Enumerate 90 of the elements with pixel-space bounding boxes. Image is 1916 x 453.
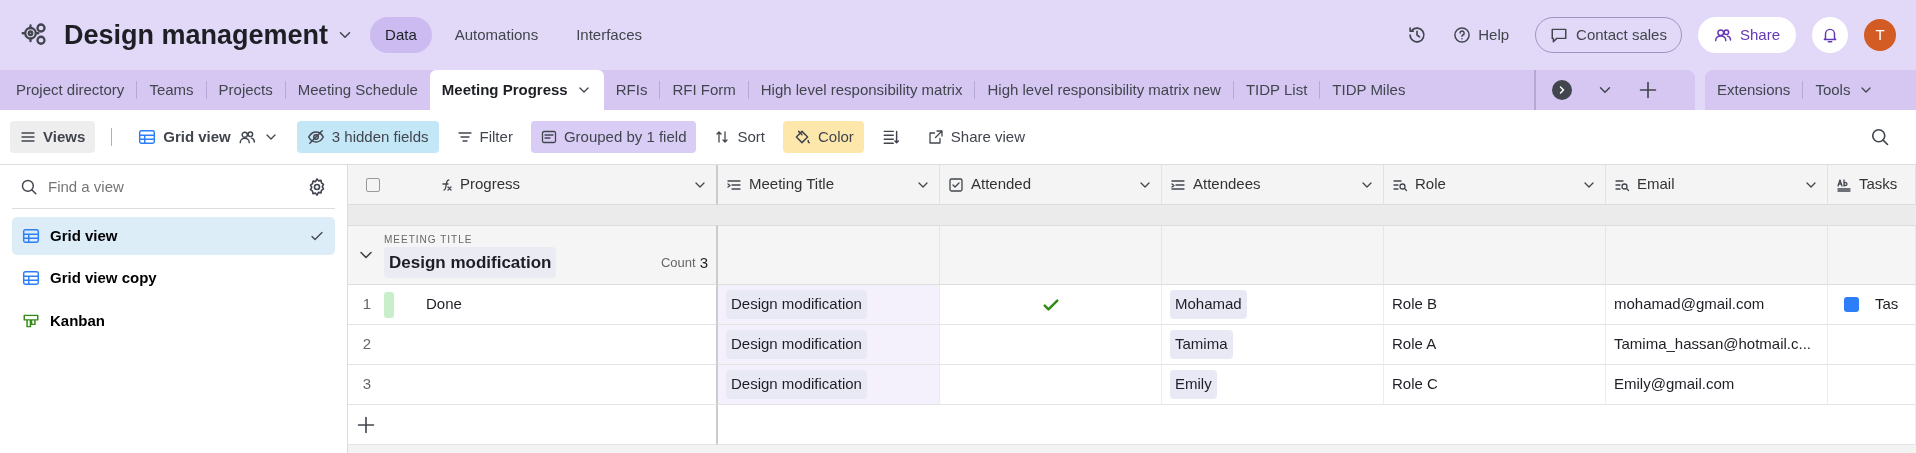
filter-icon (456, 129, 473, 145)
column-header[interactable]: Meeting Title (718, 165, 940, 205)
toolbar-tab[interactable]: Extensions (1705, 70, 1803, 110)
settings-icon[interactable] (307, 177, 327, 198)
column-header[interactable]: Email (1606, 165, 1828, 205)
color-button[interactable]: Color (783, 120, 864, 154)
find-view-field[interactable]: Find a view (46, 175, 246, 200)
hidden-fields-button[interactable]: 3 hidden fields (296, 120, 439, 154)
group-field-label: MEETING TITLE (384, 232, 474, 247)
table-tab[interactable]: High level responsibility matrix new (975, 70, 1233, 110)
linked-record-chip[interactable]: Emily (1170, 370, 1217, 399)
checkbox-field-icon (948, 176, 964, 193)
external-link-icon (927, 129, 944, 145)
table-tab[interactable]: Projects (206, 70, 285, 110)
column-header[interactable]: Progress (348, 165, 718, 205)
table-cell-text: Emily@gmail.com (1614, 374, 1735, 395)
table-cell[interactable] (940, 365, 1162, 405)
linked-record-chip[interactable]: Design modification (726, 370, 867, 399)
paint-bucket-icon (793, 128, 811, 146)
table-tab[interactable]: Teams (137, 70, 206, 110)
table-tab[interactable]: TIDP List (1233, 70, 1320, 110)
table-cell-text: Role B (1392, 294, 1438, 315)
user-avatar[interactable]: T (1864, 19, 1896, 51)
count-value: 3 (699, 252, 708, 273)
column-header[interactable]: Role (1384, 165, 1606, 205)
view-switcher[interactable]: Grid view (128, 120, 289, 154)
nav-tab[interactable]: Interfaces (561, 16, 658, 54)
notifications-button[interactable] (1812, 17, 1848, 53)
cell-text: Tas (1875, 294, 1899, 315)
task-checkbox[interactable] (1844, 297, 1859, 312)
share-button[interactable]: Share (1697, 16, 1796, 54)
view-item[interactable]: Grid view copy (12, 259, 335, 298)
toolbar-tab[interactable]: Tools (1803, 70, 1887, 110)
grid-icon (22, 226, 40, 245)
row-number: 1 (361, 294, 373, 315)
table-cell-text: Done (426, 294, 462, 315)
column-header[interactable]: Attendees (1162, 165, 1384, 205)
sort-button[interactable]: Sort (704, 120, 775, 154)
add-table-icon[interactable] (1638, 80, 1658, 100)
table-tab[interactable]: RFIs (603, 70, 660, 110)
table-tab[interactable]: RFI Form (660, 70, 748, 110)
column-header[interactable]: Attended (940, 165, 1162, 205)
table-cell-text: Role C (1392, 374, 1438, 395)
add-record-icon[interactable] (356, 414, 376, 435)
linked-record-chip[interactable]: Design modification (726, 290, 867, 319)
group-value: Design modification (384, 246, 557, 279)
linked-record-chip[interactable]: Design modification (726, 330, 867, 359)
view-item[interactable]: Kanban (12, 301, 335, 340)
view-item[interactable]: Grid view (12, 216, 335, 255)
nav-tab[interactable]: Automations (439, 16, 554, 54)
eye-off-icon (306, 128, 325, 146)
table-tab[interactable]: Meeting Schedule (285, 70, 430, 110)
select-all-checkbox[interactable] (366, 177, 380, 192)
count-label: Count (660, 254, 696, 273)
linked-record-chip[interactable]: Mohamad (1170, 290, 1247, 319)
table-tab[interactable]: High level responsibility matrix (748, 70, 975, 110)
base-title: Design management (64, 18, 329, 52)
help-icon (1453, 26, 1472, 44)
grid-icon (138, 128, 157, 146)
add-record-cell[interactable] (348, 405, 718, 445)
table-cell-text: Tamima_hassan@hotmail.c... (1614, 334, 1811, 355)
share-view-button[interactable]: Share view (917, 120, 1036, 154)
history-icon[interactable] (1407, 25, 1428, 45)
table-cell[interactable] (940, 325, 1162, 365)
search-icon (20, 178, 38, 197)
filter-button[interactable]: Filter (446, 120, 523, 154)
bell-icon (1821, 26, 1839, 44)
more-tabs-icon[interactable] (1552, 80, 1572, 100)
linked-record-chip[interactable]: Tamima (1170, 330, 1233, 359)
column-header[interactable]: Tasks (1828, 165, 1916, 205)
table-cell-text: mohamad@gmail.com (1614, 294, 1765, 315)
grid-icon (22, 269, 40, 288)
help-button[interactable]: Help (1443, 18, 1520, 52)
views-button[interactable]: Views (10, 120, 96, 154)
nav-tab[interactable]: Data (370, 16, 432, 54)
people-icon (237, 128, 256, 146)
people-icon (1713, 26, 1732, 44)
search-icon[interactable] (1870, 127, 1890, 147)
row-height-icon (881, 128, 900, 146)
group-icon (540, 129, 557, 145)
table-cell-text: Role A (1392, 334, 1437, 355)
table-tab[interactable]: Project directory (4, 70, 137, 110)
table-tab[interactable]: TIDP Miles (1320, 70, 1418, 110)
row-number: 2 (361, 334, 373, 355)
group-button[interactable]: Grouped by 1 field (530, 120, 697, 154)
chat-icon (1550, 26, 1569, 44)
table-tab[interactable]: Meeting Progress (429, 70, 604, 110)
menu-icon (20, 129, 36, 145)
row-number: 3 (361, 374, 373, 395)
table-cell[interactable] (940, 285, 1162, 325)
